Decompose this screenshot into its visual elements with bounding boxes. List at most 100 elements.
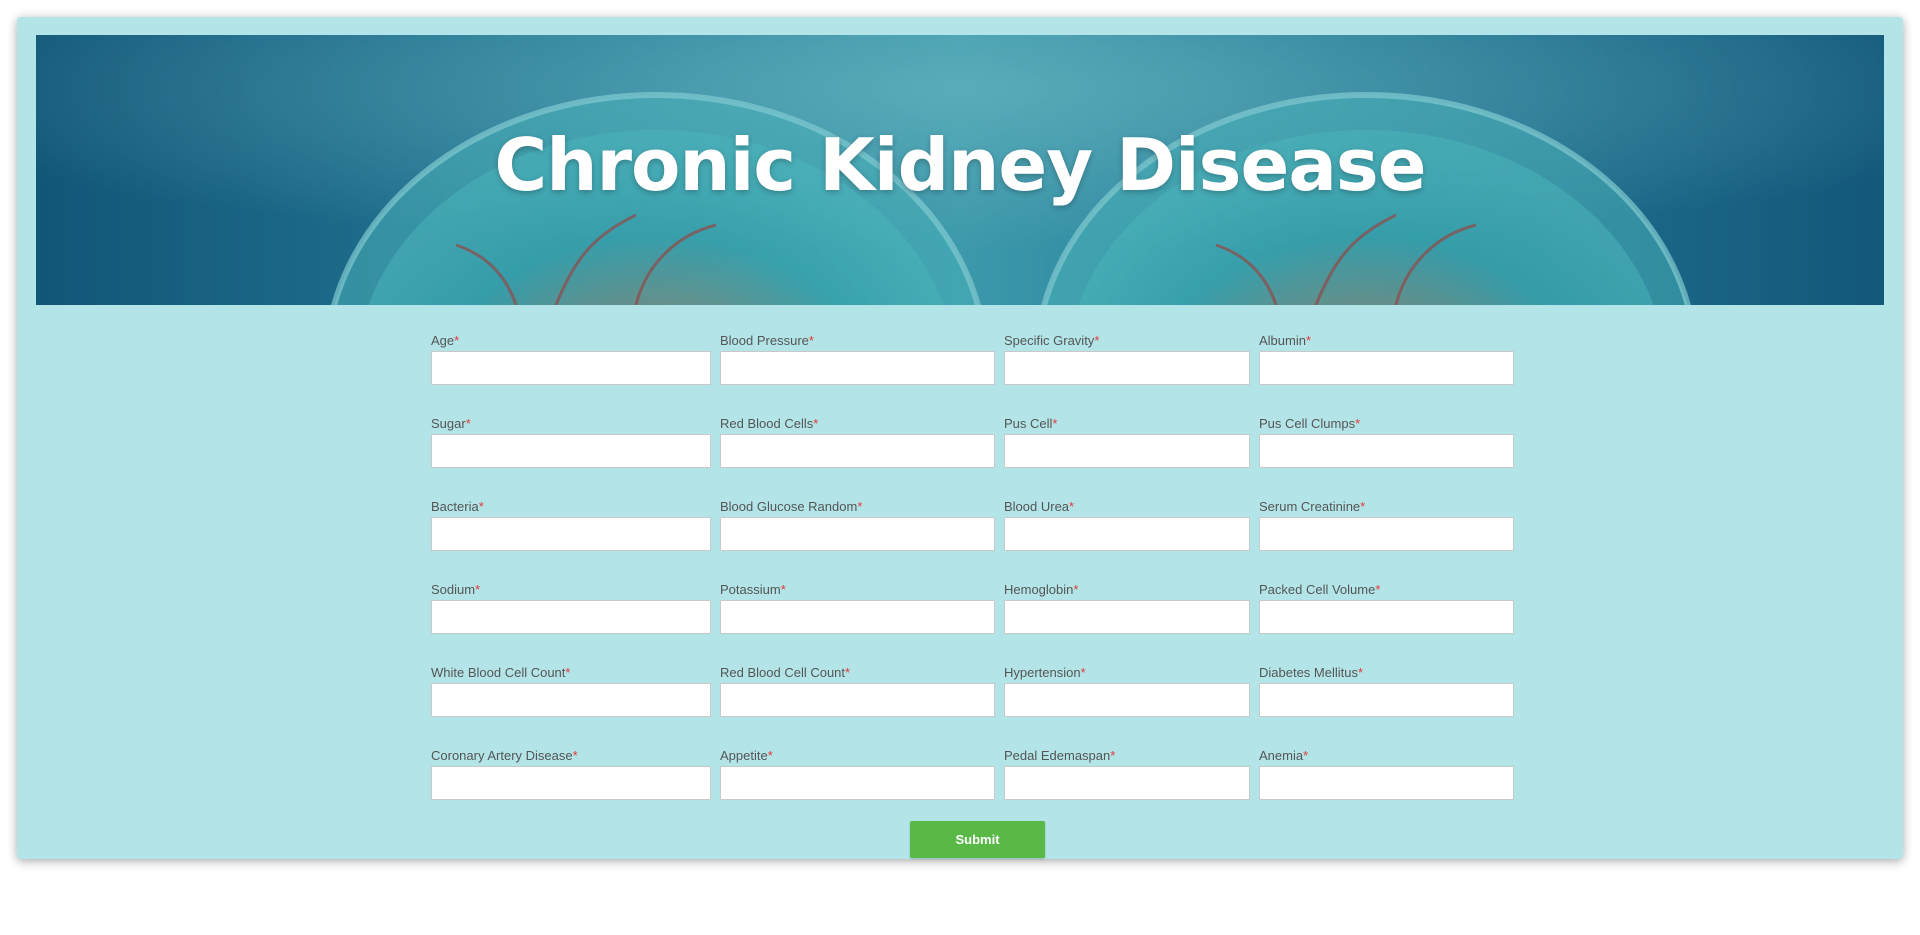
page-title: Chronic Kidney Disease	[494, 123, 1426, 207]
field-label: Diabetes Mellitus*	[1259, 665, 1514, 683]
field-label: Coronary Artery Disease*	[431, 748, 711, 766]
required-marker: *	[1052, 416, 1058, 431]
submit-button[interactable]: Submit	[910, 821, 1045, 858]
field-label: Sodium*	[431, 582, 711, 600]
required-marker: *	[1069, 499, 1075, 514]
blood-glucose-random-input[interactable]	[720, 517, 995, 551]
field-serum-creatinine: Serum Creatinine*	[1259, 499, 1514, 582]
anemia-input[interactable]	[1259, 766, 1514, 800]
required-marker: *	[1110, 748, 1116, 763]
field-blood-urea: Blood Urea*	[1004, 499, 1250, 582]
packed-cell-volume-input[interactable]	[1259, 600, 1514, 634]
blood-pressure-input[interactable]	[720, 351, 995, 385]
field-label: Packed Cell Volume*	[1259, 582, 1514, 600]
required-marker: *	[1073, 582, 1079, 597]
red-blood-cell-count-input[interactable]	[720, 683, 995, 717]
form-row: Sugar* Red Blood Cells* Pus Cell* Pus Cell …	[431, 416, 1515, 499]
required-marker: *	[808, 333, 814, 348]
field-label-text: Pus Cell Clumps	[1259, 416, 1356, 431]
required-marker: *	[1355, 416, 1361, 431]
coronary-artery-disease-input[interactable]	[431, 766, 711, 800]
field-label: Red Blood Cell Count*	[720, 665, 995, 683]
form-row: Sodium* Potassium* Hemoglobin* Packed Cell …	[431, 582, 1515, 665]
albumin-input[interactable]	[1259, 351, 1514, 385]
field-label-text: Hypertension	[1004, 665, 1081, 680]
field-label-text: Red Blood Cells	[720, 416, 814, 431]
required-marker: *	[813, 416, 819, 431]
field-pedal-edemaspan: Pedal Edemaspan*	[1004, 748, 1250, 831]
field-label-text: Coronary Artery Disease	[431, 748, 573, 763]
required-marker: *	[454, 333, 460, 348]
field-label: Anemia*	[1259, 748, 1514, 766]
pus-cell-input[interactable]	[1004, 434, 1250, 468]
required-marker: *	[1303, 748, 1309, 763]
field-hemoglobin: Hemoglobin*	[1004, 582, 1250, 665]
required-marker: *	[565, 665, 571, 680]
required-marker: *	[845, 665, 851, 680]
required-marker: *	[475, 582, 481, 597]
field-anemia: Anemia*	[1259, 748, 1514, 831]
field-label-text: Specific Gravity	[1004, 333, 1095, 348]
field-label: Red Blood Cells*	[720, 416, 995, 434]
field-specific-gravity: Specific Gravity*	[1004, 333, 1250, 416]
field-label: Sugar*	[431, 416, 711, 434]
field-label-text: Pedal Edemaspan	[1004, 748, 1111, 763]
field-label: Pus Cell*	[1004, 416, 1250, 434]
form-row: Bacteria* Blood Glucose Random* Blood Urea…	[431, 499, 1515, 582]
field-label-text: Sodium	[431, 582, 476, 597]
field-label: Appetite*	[720, 748, 995, 766]
form-row: Coronary Artery Disease* Appetite* Pedal E…	[431, 748, 1515, 831]
required-marker: *	[572, 748, 578, 763]
red-blood-cells-input[interactable]	[720, 434, 995, 468]
sodium-input[interactable]	[431, 600, 711, 634]
field-blood-glucose-random: Blood Glucose Random*	[720, 499, 995, 582]
field-label: Albumin*	[1259, 333, 1514, 351]
field-diabetes-mellitus: Diabetes Mellitus*	[1259, 665, 1514, 748]
field-red-blood-cells: Red Blood Cells*	[720, 416, 995, 499]
pedal-edemaspan-input[interactable]	[1004, 766, 1250, 800]
pus-cell-clumps-input[interactable]	[1259, 434, 1514, 468]
white-blood-cell-count-input[interactable]	[431, 683, 711, 717]
required-marker: *	[465, 416, 471, 431]
appetite-input[interactable]	[720, 766, 995, 800]
field-label: Age*	[431, 333, 711, 351]
required-marker: *	[1358, 665, 1364, 680]
blood-urea-input[interactable]	[1004, 517, 1250, 551]
field-label-text: Age	[431, 333, 455, 348]
form-row: White Blood Cell Count* Red Blood Cell Co…	[431, 665, 1515, 748]
field-label: Pus Cell Clumps*	[1259, 416, 1514, 434]
field-appetite: Appetite*	[720, 748, 995, 831]
field-label: Serum Creatinine*	[1259, 499, 1514, 517]
field-label: Hemoglobin*	[1004, 582, 1250, 600]
field-label: Pedal Edemaspan*	[1004, 748, 1250, 766]
field-label-text: Appetite	[720, 748, 768, 763]
potassium-input[interactable]	[720, 600, 995, 634]
field-label-text: Diabetes Mellitus	[1259, 665, 1358, 680]
field-label: Potassium*	[720, 582, 995, 600]
field-age: Age*	[431, 333, 711, 416]
field-label: Blood Urea*	[1004, 499, 1250, 517]
required-marker: *	[1360, 499, 1366, 514]
field-white-blood-cell-count: White Blood Cell Count*	[431, 665, 711, 748]
field-label: Blood Glucose Random*	[720, 499, 995, 517]
required-marker: *	[478, 499, 484, 514]
field-label-text: Blood Pressure	[720, 333, 809, 348]
field-blood-pressure: Blood Pressure*	[720, 333, 995, 416]
field-bacteria: Bacteria*	[431, 499, 711, 582]
field-label-text: Albumin	[1259, 333, 1306, 348]
serum-creatinine-input[interactable]	[1259, 517, 1514, 551]
field-label-text: Bacteria	[431, 499, 479, 514]
prediction-form: Age* Blood Pressure* Specific Gravity* Albu…	[431, 333, 1515, 831]
field-label-text: Blood Urea	[1004, 499, 1070, 514]
hypertension-input[interactable]	[1004, 683, 1250, 717]
age-input[interactable]	[431, 351, 711, 385]
hemoglobin-input[interactable]	[1004, 600, 1250, 634]
required-marker: *	[767, 748, 773, 763]
diabetes-mellitus-input[interactable]	[1259, 683, 1514, 717]
required-marker: *	[1080, 665, 1086, 680]
required-marker: *	[1094, 333, 1100, 348]
field-label: Hypertension*	[1004, 665, 1250, 683]
specific-gravity-input[interactable]	[1004, 351, 1250, 385]
bacteria-input[interactable]	[431, 517, 711, 551]
sugar-input[interactable]	[431, 434, 711, 468]
